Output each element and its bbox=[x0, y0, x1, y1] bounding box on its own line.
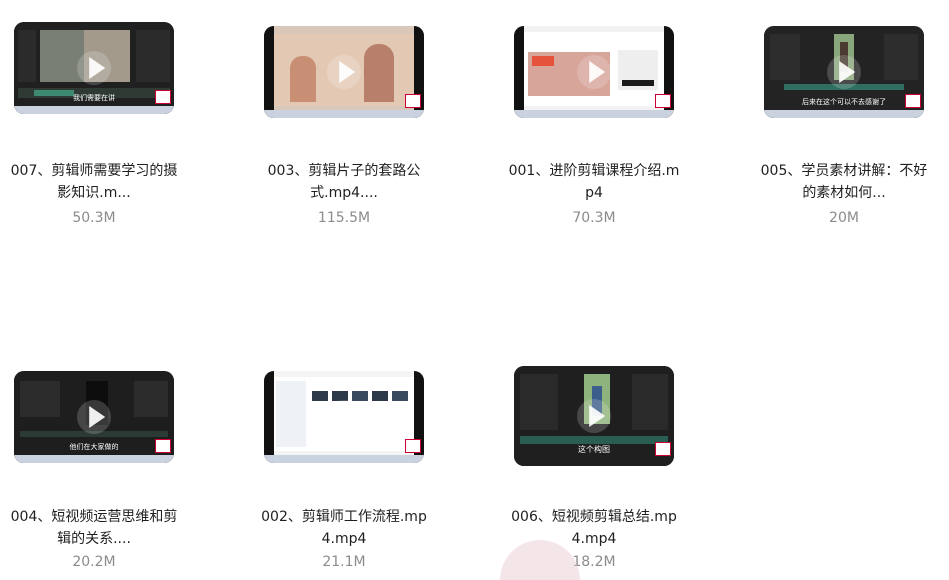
video-thumbnail[interactable] bbox=[264, 26, 424, 118]
watermark-stamp bbox=[655, 442, 671, 456]
watermark-stamp bbox=[405, 94, 421, 108]
video-caption: 我们需要在讲 bbox=[73, 94, 115, 102]
taskbar bbox=[14, 106, 174, 114]
file-title-line1: 005、学员素材讲解：不好 bbox=[760, 163, 928, 179]
file-title: 005、学员素材讲解：不好 的素材如何... bbox=[734, 160, 949, 204]
video-caption: 这个构图 bbox=[578, 445, 610, 454]
play-icon bbox=[589, 405, 606, 427]
play-icon bbox=[339, 61, 356, 83]
file-size: 115.5M bbox=[317, 210, 371, 226]
file-title-line1: 006、短视频剪辑总结.mp bbox=[511, 509, 677, 525]
video-caption: 他们在大家做的 bbox=[69, 443, 119, 451]
taskbar bbox=[514, 110, 674, 118]
file-title-line2: p4 bbox=[585, 185, 603, 201]
file-size: 20M bbox=[829, 210, 859, 226]
video-caption: 后来在这个可以不去感谢了 bbox=[802, 98, 886, 106]
file-size: 50.3M bbox=[72, 210, 116, 226]
file-size: 70.3M bbox=[572, 210, 616, 226]
video-thumbnail[interactable] bbox=[514, 26, 674, 118]
watermark-stamp bbox=[655, 94, 671, 108]
watermark-stamp bbox=[155, 90, 171, 104]
taskbar bbox=[14, 455, 174, 463]
file-title: 002、剪辑师工作流程.mp 4.mp4 bbox=[234, 506, 454, 550]
file-title-line1: 002、剪辑师工作流程.mp bbox=[261, 509, 427, 525]
watermark-stamp bbox=[405, 439, 421, 453]
file-size: 21.1M bbox=[322, 554, 366, 570]
play-icon bbox=[589, 61, 606, 83]
file-title-line1: 007、剪辑师需要学习的摄 bbox=[10, 163, 178, 179]
file-title-line1: 004、短视频运营思维和剪 bbox=[10, 509, 178, 525]
file-title: 001、进阶剪辑课程介绍.m p4 bbox=[484, 160, 704, 204]
file-title: 006、短视频剪辑总结.mp 4.mp4 bbox=[484, 506, 704, 550]
file-title-line2: 的素材如何... bbox=[802, 185, 886, 201]
file-title: 003、剪辑片子的套路公 式.mp4.... bbox=[234, 160, 454, 204]
play-icon bbox=[339, 406, 356, 428]
file-title-line2: 影知识.m... bbox=[57, 185, 131, 201]
file-title-line2: 4.mp4 bbox=[321, 531, 367, 547]
video-thumbnail[interactable]: 他们在大家做的 bbox=[14, 371, 174, 463]
file-title: 004、短视频运营思维和剪 辑的关系.... bbox=[0, 506, 204, 550]
watermark-stamp bbox=[155, 439, 171, 453]
taskbar bbox=[764, 110, 924, 118]
video-thumbnail[interactable] bbox=[264, 371, 424, 463]
file-size: 20.2M bbox=[72, 554, 116, 570]
taskbar bbox=[264, 455, 424, 463]
watermark-stamp bbox=[905, 94, 921, 108]
file-title: 007、剪辑师需要学习的摄 影知识.m... bbox=[0, 160, 204, 204]
play-icon bbox=[839, 61, 856, 83]
file-title-line1: 003、剪辑片子的套路公 bbox=[267, 163, 421, 179]
video-thumbnail[interactable]: 这个构图 bbox=[514, 366, 674, 466]
file-title-line2: 辑的关系.... bbox=[57, 531, 131, 547]
file-title-line2: 式.mp4.... bbox=[310, 185, 378, 201]
video-thumbnail[interactable]: 后来在这个可以不去感谢了 bbox=[764, 26, 924, 118]
play-icon bbox=[89, 406, 106, 428]
file-title-line1: 001、进阶剪辑课程介绍.m bbox=[508, 163, 680, 179]
play-icon bbox=[89, 57, 106, 79]
video-thumbnail[interactable]: 我们需要在讲 bbox=[14, 22, 174, 114]
taskbar bbox=[264, 110, 424, 118]
